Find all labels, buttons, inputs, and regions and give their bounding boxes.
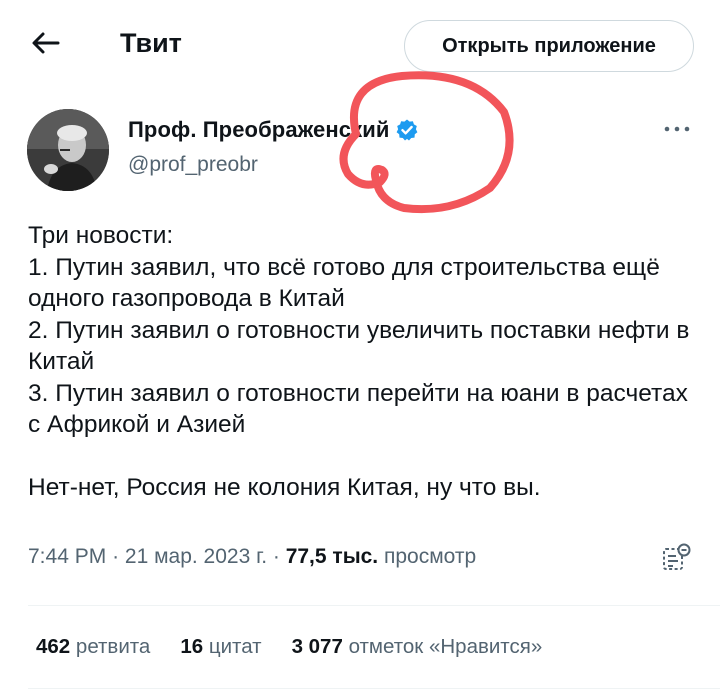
retweets-count: 462 <box>36 635 71 658</box>
quotes-label: цитат <box>208 635 262 658</box>
meta-separator: · <box>112 545 125 568</box>
tweet-time[interactable]: 7:44 PM <box>28 545 106 568</box>
meta-separator: · <box>272 545 286 568</box>
divider <box>28 688 720 689</box>
likes-count: 3 077 <box>291 635 343 658</box>
analytics-icon[interactable] <box>660 542 692 574</box>
tweet-meta: 7:44 PM · 21 мар. 2023 г. · 77,5 тыс. пр… <box>28 545 476 569</box>
open-app-button[interactable]: Открыть приложение <box>404 20 694 72</box>
tweet-text: Три новости: 1. Путин заявил, что всё го… <box>28 222 690 501</box>
quotes-count: 16 <box>180 635 204 658</box>
avatar[interactable] <box>27 109 109 191</box>
verified-badge-icon <box>397 119 418 141</box>
views-count: 77,5 тыс. <box>285 545 379 568</box>
author-name[interactable]: Проф. Преображенский <box>128 117 389 143</box>
retweets-stat[interactable]: 462 ретвита <box>36 635 150 659</box>
page-title: Твит <box>120 28 182 58</box>
likes-stat[interactable]: 3 077 отметок «Нравится» <box>292 635 543 659</box>
divider <box>28 605 720 606</box>
quotes-stat[interactable]: 16 цитат <box>180 635 261 659</box>
back-arrow-icon[interactable] <box>28 26 62 60</box>
avatar-photo <box>27 109 109 191</box>
retweets-label: ретвита <box>75 635 151 658</box>
author-name-row[interactable]: Проф. Преображенский <box>128 117 419 143</box>
likes-label: отметок «Нравится» <box>348 635 543 658</box>
more-options-icon[interactable] <box>662 119 692 139</box>
engagement-stats: 462 ретвита 16 цитат 3 077 отметок «Нрав… <box>36 635 572 659</box>
top-bar: Твит Открыть приложение <box>0 0 720 92</box>
author-handle[interactable]: @prof_preobr <box>128 153 258 177</box>
views-label: просмотр <box>384 545 477 568</box>
tweet-date[interactable]: 21 мар. 2023 г. <box>125 545 267 568</box>
